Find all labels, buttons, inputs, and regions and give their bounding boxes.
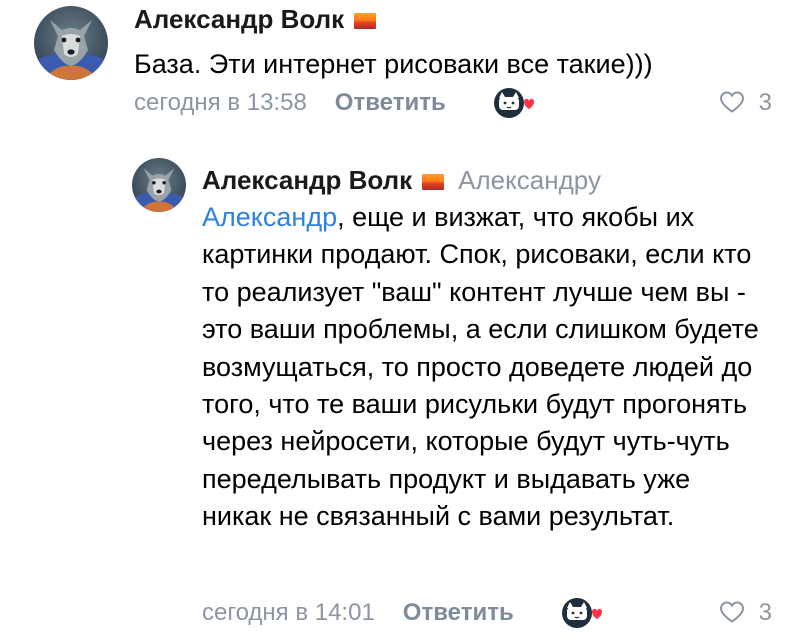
like-count: 3 [758, 599, 773, 626]
heart-outline-icon [719, 91, 745, 113]
mention-link[interactable]: Александр [202, 202, 337, 232]
sunset-flag-icon [354, 13, 377, 29]
like-count: 3 [758, 89, 773, 116]
like-button[interactable]: 3 [718, 598, 772, 628]
reply-button[interactable]: Ответить [403, 599, 514, 626]
comment-meta: сегодня в 13:58 Ответить [134, 88, 446, 118]
reply-to-label[interactable]: Александру [458, 165, 601, 195]
reaction-button[interactable] [492, 86, 538, 120]
wolf-avatar-image [132, 158, 186, 212]
comment-time: сегодня в 14:01 [202, 599, 375, 626]
comment-meta: сегодня в 14:01 Ответить [202, 598, 514, 628]
reaction-button[interactable] [560, 596, 606, 630]
like-button[interactable]: 3 [718, 88, 772, 118]
cat-with-heart-icon [562, 598, 602, 628]
comment-time: сегодня в 13:58 [134, 89, 307, 116]
author-name[interactable]: Александр Волк [134, 4, 344, 34]
comment-header: Александр Волк Александру [202, 163, 762, 197]
comment-text: База. Эти интернет рисоваки все такие))) [134, 49, 653, 79]
comment-header: Александр Волк [134, 4, 377, 34]
avatar[interactable] [132, 158, 186, 212]
reply-body: Александр Волк Александру Александр, еще … [202, 163, 762, 536]
heart-outline-icon [719, 601, 745, 623]
reply-button[interactable]: Ответить [335, 89, 446, 116]
author-name[interactable]: Александр Волк [202, 165, 412, 195]
sunset-flag-icon [422, 174, 445, 190]
avatar[interactable] [34, 6, 108, 80]
cat-with-heart-icon [494, 88, 534, 118]
wolf-avatar-image [34, 6, 108, 80]
comment-text: , еще и визжат, что якобы их картинки пр… [202, 202, 759, 532]
